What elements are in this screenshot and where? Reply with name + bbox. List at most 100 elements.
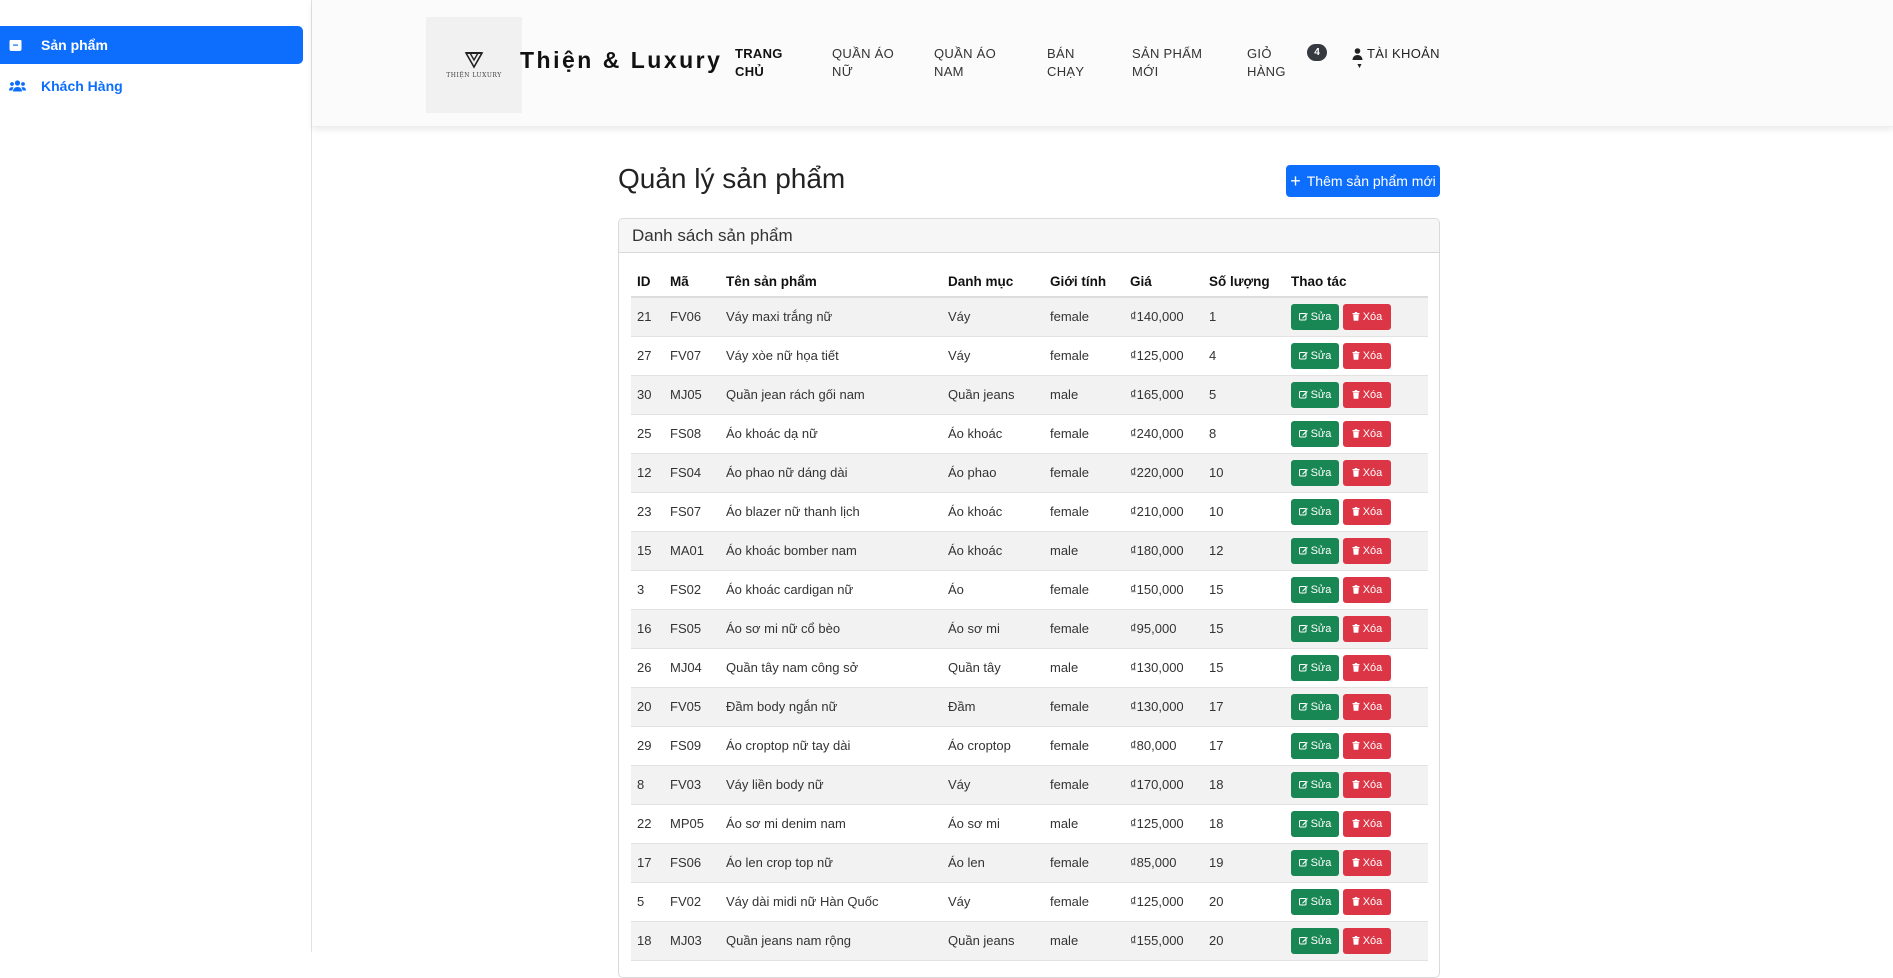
trash-icon <box>1352 351 1360 360</box>
edit-button[interactable]: Sửa <box>1291 771 1339 798</box>
edit-label: Sửa <box>1310 700 1332 713</box>
edit-button[interactable]: Sửa <box>1291 381 1339 408</box>
edit-button[interactable]: Sửa <box>1291 537 1339 564</box>
cell-price: ₫220,000 <box>1124 453 1203 493</box>
edit-button[interactable]: Sửa <box>1291 927 1339 954</box>
cell-code: FV05 <box>664 687 720 727</box>
delete-button[interactable]: Xóa <box>1343 576 1391 603</box>
column-header[interactable]: Số lượng <box>1203 267 1285 298</box>
cell-name: Váy liền body nữ <box>720 765 942 805</box>
account-menu[interactable]: TÀI KHOẢN ▼ <box>1352 46 1440 70</box>
users-icon <box>9 78 27 94</box>
cell-code: FV03 <box>664 765 720 805</box>
delete-label: Xóa <box>1362 817 1383 830</box>
delete-button[interactable]: Xóa <box>1343 927 1391 954</box>
delete-button[interactable]: Xóa <box>1343 459 1391 486</box>
nav-women-clothing[interactable]: QUẦN ÁO NỮ <box>832 45 894 81</box>
column-header[interactable]: Mã <box>664 267 720 298</box>
edit-button[interactable]: Sửa <box>1291 459 1339 486</box>
delete-button[interactable]: Xóa <box>1343 888 1391 915</box>
chevron-down-icon: ▼ <box>1356 63 1364 70</box>
edit-label: Sửa <box>1310 856 1332 869</box>
cell-actions: Sửa Xóa <box>1285 843 1428 883</box>
nav-home[interactable]: TRANG CHỦ <box>735 45 783 81</box>
column-header[interactable]: Giá <box>1124 267 1203 298</box>
cell-category: Áo sơ mi <box>942 609 1044 649</box>
edit-label: Sửa <box>1310 427 1332 440</box>
delete-button[interactable]: Xóa <box>1343 810 1391 837</box>
logo[interactable]: THIỆN LUXURY <box>426 17 522 113</box>
edit-button[interactable]: Sửa <box>1291 342 1339 369</box>
cell-code: MJ03 <box>664 921 720 961</box>
edit-button[interactable]: Sửa <box>1291 732 1339 759</box>
cell-code: FV06 <box>664 297 720 337</box>
delete-button[interactable]: Xóa <box>1343 381 1391 408</box>
sidebar-item-customers[interactable]: Khách Hàng <box>0 67 303 105</box>
edit-button[interactable]: Sửa <box>1291 810 1339 837</box>
cell-actions: Sửa Xóa <box>1285 804 1428 844</box>
cart-count-badge: 4 <box>1307 44 1327 61</box>
cell-id: 18 <box>631 921 664 961</box>
delete-button[interactable]: Xóa <box>1343 771 1391 798</box>
edit-button[interactable]: Sửa <box>1291 420 1339 447</box>
nav-best-sellers[interactable]: BÁN CHẠY <box>1047 45 1084 81</box>
delete-button[interactable]: Xóa <box>1343 537 1391 564</box>
page-title: Quản lý sản phẩm <box>618 163 846 194</box>
sidebar-item-products[interactable]: Sản phẩm <box>0 26 303 64</box>
cell-category: Váy <box>942 297 1044 337</box>
column-header[interactable]: ID <box>631 267 664 298</box>
edit-button[interactable]: Sửa <box>1291 615 1339 642</box>
nav-cart[interactable]: GIỎ HÀNG <box>1247 45 1286 81</box>
cell-code: MP05 <box>664 804 720 844</box>
table-row: 12 FS04 Áo phao nữ dáng dài Áo phao female ₫2… <box>631 453 1428 493</box>
cell-quantity: 12 <box>1203 531 1285 571</box>
column-header[interactable]: Danh mục <box>942 267 1044 298</box>
trash-icon <box>1352 702 1360 711</box>
delete-button[interactable]: Xóa <box>1343 732 1391 759</box>
delete-label: Xóa <box>1362 544 1383 557</box>
delete-label: Xóa <box>1362 778 1383 791</box>
edit-button[interactable]: Sửa <box>1291 303 1339 330</box>
edit-label: Sửa <box>1310 895 1332 908</box>
cell-name: Áo sơ mi nữ cổ bèo <box>720 609 942 649</box>
edit-button[interactable]: Sửa <box>1291 849 1339 876</box>
cell-id: 27 <box>631 336 664 376</box>
cell-price: ₫125,000 <box>1124 336 1203 376</box>
delete-button[interactable]: Xóa <box>1343 615 1391 642</box>
delete-button[interactable]: Xóa <box>1343 693 1391 720</box>
delete-button[interactable]: Xóa <box>1343 303 1391 330</box>
cell-actions: Sửa Xóa <box>1285 726 1428 766</box>
cell-gender: female <box>1044 414 1124 454</box>
delete-button[interactable]: Xóa <box>1343 849 1391 876</box>
user-icon <box>1352 47 1363 60</box>
edit-button[interactable]: Sửa <box>1291 888 1339 915</box>
add-product-button[interactable]: + Thêm sản phẩm mới <box>1286 165 1440 197</box>
edit-button[interactable]: Sửa <box>1291 654 1339 681</box>
column-header[interactable]: Tên sản phẩm <box>720 267 942 298</box>
cell-price: ₫125,000 <box>1124 882 1203 922</box>
cell-quantity: 15 <box>1203 648 1285 688</box>
cell-quantity: 19 <box>1203 843 1285 883</box>
delete-label: Xóa <box>1362 934 1383 947</box>
delete-button[interactable]: Xóa <box>1343 498 1391 525</box>
delete-button[interactable]: Xóa <box>1343 420 1391 447</box>
nav-men-clothing[interactable]: QUẦN ÁO NAM <box>934 45 996 81</box>
cell-gender: male <box>1044 804 1124 844</box>
edit-icon <box>1298 742 1308 750</box>
trash-icon <box>1352 390 1360 399</box>
cell-actions: Sửa Xóa <box>1285 648 1428 688</box>
column-header[interactable]: Giới tính <box>1044 267 1124 298</box>
card-title: Danh sách sản phẩm <box>619 219 1439 253</box>
delete-button[interactable]: Xóa <box>1343 654 1391 681</box>
edit-button[interactable]: Sửa <box>1291 693 1339 720</box>
cell-category: Áo khoác <box>942 492 1044 532</box>
delete-button[interactable]: Xóa <box>1343 342 1391 369</box>
cell-id: 26 <box>631 648 664 688</box>
trash-icon <box>1352 897 1360 906</box>
edit-button[interactable]: Sửa <box>1291 576 1339 603</box>
edit-button[interactable]: Sửa <box>1291 498 1339 525</box>
cell-actions: Sửa Xóa <box>1285 492 1428 532</box>
brand-name[interactable]: Thiện & Luxury <box>520 47 722 74</box>
table-row: 8 FV03 Váy liền body nữ Váy female ₫170,000 18… <box>631 765 1428 805</box>
nav-new-products[interactable]: SẢN PHẨM MỚI <box>1132 45 1202 81</box>
